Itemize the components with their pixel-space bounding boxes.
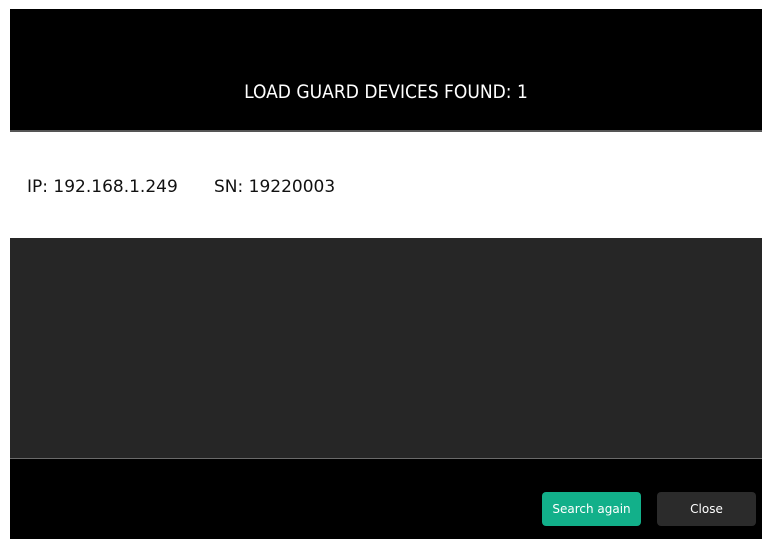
dialog-title: LOAD GUARD DEVICES FOUND: 1 bbox=[244, 81, 528, 103]
search-again-button[interactable]: Search again bbox=[542, 492, 641, 526]
empty-list-area bbox=[10, 238, 762, 458]
close-button[interactable]: Close bbox=[657, 492, 756, 526]
device-list-item[interactable]: IP: 192.168.1.249 SN: 19220003 bbox=[27, 175, 335, 199]
dialog-header: LOAD GUARD DEVICES FOUND: 1 bbox=[10, 9, 762, 130]
device-search-dialog: LOAD GUARD DEVICES FOUND: 1 IP: 192.168.… bbox=[10, 9, 762, 539]
dialog-footer: Search again Close bbox=[10, 459, 762, 539]
device-serial-number: SN: 19220003 bbox=[214, 177, 336, 197]
device-ip: IP: 192.168.1.249 bbox=[27, 177, 178, 197]
app-root: LOAD GUARD DEVICES FOUND: 1 IP: 192.168.… bbox=[0, 0, 762, 539]
device-list: IP: 192.168.1.249 SN: 19220003 bbox=[10, 132, 762, 238]
